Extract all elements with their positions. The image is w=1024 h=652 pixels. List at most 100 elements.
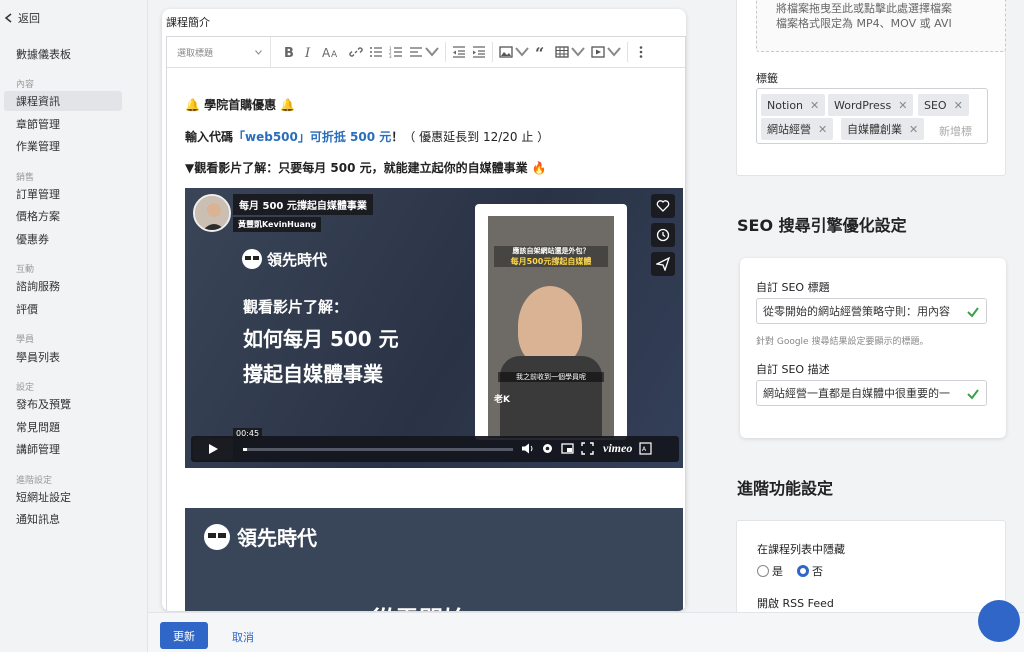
remove-tag-icon[interactable]: ✕ bbox=[818, 123, 827, 136]
radio-no[interactable]: 否 bbox=[797, 563, 823, 579]
sidebar-item-coupons[interactable]: 優惠券 bbox=[4, 229, 122, 249]
sidebar-item-course-info[interactable]: 課程資訊 bbox=[4, 91, 122, 111]
editor-toolbar: 選取標題 B I AA 123 “ bbox=[166, 36, 686, 68]
translate-icon[interactable]: A bbox=[639, 442, 652, 455]
svg-text:A: A bbox=[322, 46, 331, 59]
sidebar-item-reviews[interactable]: 評價 bbox=[4, 299, 122, 319]
sidebar-item-assignments[interactable]: 作業管理 bbox=[4, 136, 122, 156]
picture-in-picture-icon[interactable] bbox=[561, 442, 574, 455]
numbered-list-button[interactable]: 123 bbox=[389, 41, 403, 63]
heading-select[interactable]: 選取標題 bbox=[167, 37, 271, 67]
font-size-button[interactable]: AA bbox=[321, 41, 343, 63]
vimeo-logo[interactable]: vimeo bbox=[603, 441, 632, 456]
more-options-button[interactable] bbox=[634, 41, 648, 63]
sidebar-item-student-list[interactable]: 學員列表 bbox=[4, 347, 122, 367]
sidebar-item-consulting[interactable]: 諮詢服務 bbox=[4, 276, 122, 296]
phone-caption-1: 應該自架網站還是外包？ bbox=[494, 246, 608, 256]
phone-caption-2: 每月500元撐起自媒體 bbox=[494, 256, 608, 267]
sidebar-item-instructors[interactable]: 講師管理 bbox=[4, 439, 122, 459]
toolbar-divider bbox=[627, 42, 628, 62]
video-text-line1: 觀看影片了解： bbox=[243, 298, 349, 316]
seo-title-help: 針對 Google 搜尋結果設定要顯示的標題。 bbox=[756, 337, 929, 347]
insert-image-button[interactable] bbox=[499, 41, 529, 63]
video-progress-bar[interactable] bbox=[243, 448, 513, 451]
italic-icon: I bbox=[304, 46, 311, 59]
tag-label: Notion bbox=[767, 98, 804, 112]
upload-format-note: 檔案格式限定為 MP4、MOV 或 AVI bbox=[776, 17, 952, 30]
chevron-down-icon bbox=[425, 47, 439, 57]
indent-icon bbox=[473, 46, 485, 58]
video-controls: vimeo A bbox=[191, 436, 679, 462]
table-icon bbox=[555, 46, 569, 58]
outdent-button[interactable] bbox=[452, 41, 466, 63]
like-button[interactable] bbox=[651, 194, 675, 218]
radio-yes[interactable]: 是 bbox=[757, 563, 783, 579]
insert-table-button[interactable] bbox=[555, 41, 585, 63]
coupon-mid: ！ bbox=[391, 130, 404, 144]
settings-gear-icon[interactable] bbox=[541, 442, 554, 455]
align-button[interactable] bbox=[409, 41, 439, 63]
watch-later-button[interactable] bbox=[651, 223, 675, 247]
editor-content[interactable]: 🔔 學院首購優惠 🔔 輸入代碼「web500」可折抵 500 元！（ 優惠延長到… bbox=[166, 68, 686, 611]
seo-desc-input[interactable]: 網站經營一直都是自媒體中很重要的一 bbox=[756, 380, 987, 406]
chat-support-button[interactable] bbox=[978, 600, 1020, 642]
sidebar-heading-sales: 銷售 bbox=[16, 173, 35, 183]
remove-tag-icon[interactable]: ✕ bbox=[909, 123, 918, 136]
remove-tag-icon[interactable]: ✕ bbox=[898, 99, 907, 112]
tag-label: SEO bbox=[924, 98, 947, 112]
tag-label: WordPress bbox=[834, 98, 892, 112]
toolbar-divider bbox=[445, 42, 446, 62]
sidebar-item-publish[interactable]: 發布及預覽 bbox=[4, 394, 122, 414]
bottom-action-bar: 更新 取消 bbox=[148, 612, 1024, 652]
svg-text:A: A bbox=[331, 50, 338, 59]
coupon-code-link[interactable]: 「web500」可折抵 500 元 bbox=[233, 130, 391, 144]
italic-button[interactable]: I bbox=[301, 41, 315, 63]
content-banner-image: 領先時代 從零開始 bbox=[185, 508, 683, 611]
fullscreen-icon[interactable] bbox=[581, 442, 594, 455]
sidebar-item-pricing[interactable]: 價格方案 bbox=[4, 206, 122, 226]
back-label: 返回 bbox=[18, 12, 40, 25]
back-link[interactable]: 返回 bbox=[4, 10, 40, 26]
remove-tag-icon[interactable]: ✕ bbox=[954, 99, 963, 112]
sidebar-item-dashboard[interactable]: 數據儀表板 bbox=[4, 44, 122, 64]
send-icon bbox=[656, 257, 670, 271]
align-left-icon bbox=[410, 47, 422, 57]
bullet-list-button[interactable] bbox=[369, 41, 383, 63]
volume-icon[interactable] bbox=[521, 442, 534, 455]
blockquote-button[interactable]: “ bbox=[535, 41, 549, 63]
sidebar-item-notifications[interactable]: 通知訊息 bbox=[4, 509, 122, 529]
banner-headline: 從零開始 bbox=[371, 600, 467, 611]
phone-subtitle: 我之前收到一個學員呢 bbox=[498, 372, 604, 382]
hide-in-list-label: 在課程列表中隱藏 bbox=[757, 543, 845, 556]
link-button[interactable] bbox=[349, 41, 363, 63]
sidebar-item-faq[interactable]: 常見問題 bbox=[4, 417, 122, 437]
remove-tag-icon[interactable]: ✕ bbox=[810, 99, 819, 112]
insert-media-button[interactable] bbox=[591, 41, 621, 63]
course-intro-editor: 課程簡介 選取標題 B I AA 123 “ 🔔 學院首購優惠 🔔 輸入代碼「w… bbox=[162, 9, 686, 611]
content-coupon-line: 輸入代碼「web500」可折抵 500 元！（ 優惠延長到 12/20 止 ） bbox=[185, 128, 549, 145]
new-tag-input[interactable]: 新增標 bbox=[939, 123, 972, 139]
sidebar-item-orders[interactable]: 訂單管理 bbox=[4, 184, 122, 204]
brand-logo-icon bbox=[204, 523, 230, 550]
sidebar-item-chapters[interactable]: 章節管理 bbox=[4, 114, 122, 134]
video-progress-fill bbox=[243, 448, 248, 451]
update-button[interactable]: 更新 bbox=[160, 622, 208, 649]
share-button[interactable] bbox=[651, 252, 675, 276]
seo-title-value: 從零開始的網站經營策略守則：用內容 bbox=[763, 305, 950, 318]
tags-input[interactable]: Notion ✕ WordPress ✕ SEO ✕ 網站經營 ✕ 自媒體創業 ✕ 新增標 bbox=[756, 88, 988, 144]
svg-text:I: I bbox=[304, 46, 311, 59]
presenter-body bbox=[500, 356, 602, 438]
video-brand-text: 領先時代 bbox=[267, 250, 328, 269]
cancel-button[interactable]: 取消 bbox=[232, 629, 254, 645]
clock-icon bbox=[656, 228, 670, 242]
play-button[interactable] bbox=[193, 438, 233, 460]
editor-label: 課程簡介 bbox=[166, 16, 210, 29]
embedded-video[interactable]: 每月 500 元撐起自媒體事業 黃豐凱KevinHuang 領先時代 觀看影片了… bbox=[185, 188, 683, 468]
sidebar-heading-content: 內容 bbox=[16, 80, 35, 90]
seo-title-input[interactable]: 從零開始的網站經營策略守則：用內容 bbox=[756, 298, 987, 324]
indent-button[interactable] bbox=[472, 41, 486, 63]
seo-desc-label: 自訂 SEO 描述 bbox=[756, 363, 830, 376]
quote-icon: “ bbox=[535, 45, 544, 59]
bold-button[interactable]: B bbox=[281, 41, 295, 63]
sidebar-item-short-url[interactable]: 短網址設定 bbox=[4, 487, 122, 507]
